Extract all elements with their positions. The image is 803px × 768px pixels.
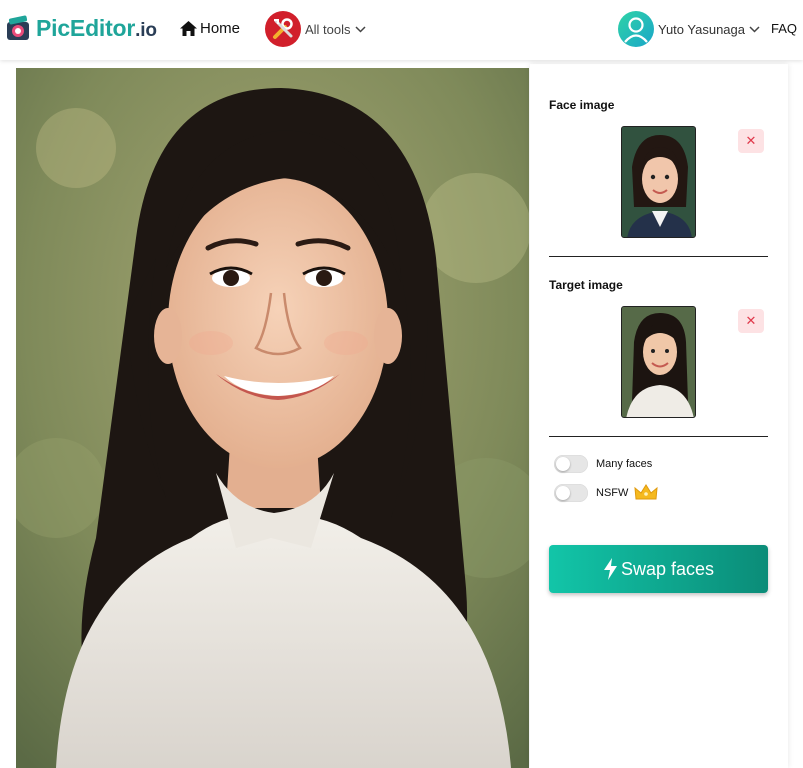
nav-tools-label: All tools: [305, 21, 351, 37]
target-thumbnail-image: [622, 307, 695, 417]
face-image-title: Face image: [549, 98, 615, 112]
crown-icon: [634, 484, 658, 500]
nsfw-option: NSFW: [554, 484, 658, 502]
remove-face-image-button[interactable]: ✕: [738, 129, 764, 153]
section-divider: [549, 256, 768, 257]
swap-faces-button[interactable]: Swap faces: [549, 545, 768, 593]
target-image-thumbnail[interactable]: [621, 306, 696, 418]
result-photo: [16, 68, 529, 768]
result-photo-image: [16, 68, 529, 768]
home-icon: [180, 21, 197, 36]
tools-icon: [265, 11, 301, 47]
logo-suffix: .io: [135, 19, 157, 41]
chevron-down-icon: [749, 25, 760, 33]
top-navbar: PicEditor.io Home All tools Yuto Yasunag…: [0, 0, 803, 60]
user-avatar-icon: [618, 11, 654, 47]
site-logo[interactable]: PicEditor.io: [6, 14, 157, 42]
settings-panel: Face image ✕ Target image ✕ Many faces N…: [530, 64, 788, 768]
nsfw-label: NSFW: [596, 487, 629, 499]
swap-faces-label: Swap faces: [620, 558, 715, 579]
nav-all-tools-menu[interactable]: All tools: [265, 11, 366, 47]
many-faces-option: Many faces: [554, 455, 652, 473]
face-image-thumbnail[interactable]: [621, 126, 696, 238]
section-divider: [549, 436, 768, 437]
lightning-icon: [603, 558, 617, 580]
user-menu[interactable]: Yuto Yasunaga: [618, 11, 760, 47]
nav-home-link[interactable]: Home: [180, 20, 240, 37]
logo-icon: [7, 15, 29, 40]
logo-text: PicEditor.io: [36, 15, 157, 42]
close-icon: ✕: [745, 133, 757, 148]
many-faces-toggle[interactable]: [554, 455, 588, 473]
nav-home-label: Home: [200, 20, 241, 37]
nav-faq-link[interactable]: FAQ: [771, 21, 797, 36]
target-image-title: Target image: [549, 278, 623, 292]
user-name: Yuto Yasunaga: [658, 21, 745, 37]
remove-target-image-button[interactable]: ✕: [738, 309, 764, 333]
logo-main: PicEditor: [36, 14, 136, 41]
many-faces-label: Many faces: [596, 458, 653, 470]
nsfw-toggle[interactable]: [554, 484, 588, 502]
chevron-down-icon: [355, 25, 366, 33]
face-thumbnail-image: [622, 127, 695, 237]
close-icon: ✕: [745, 313, 757, 328]
